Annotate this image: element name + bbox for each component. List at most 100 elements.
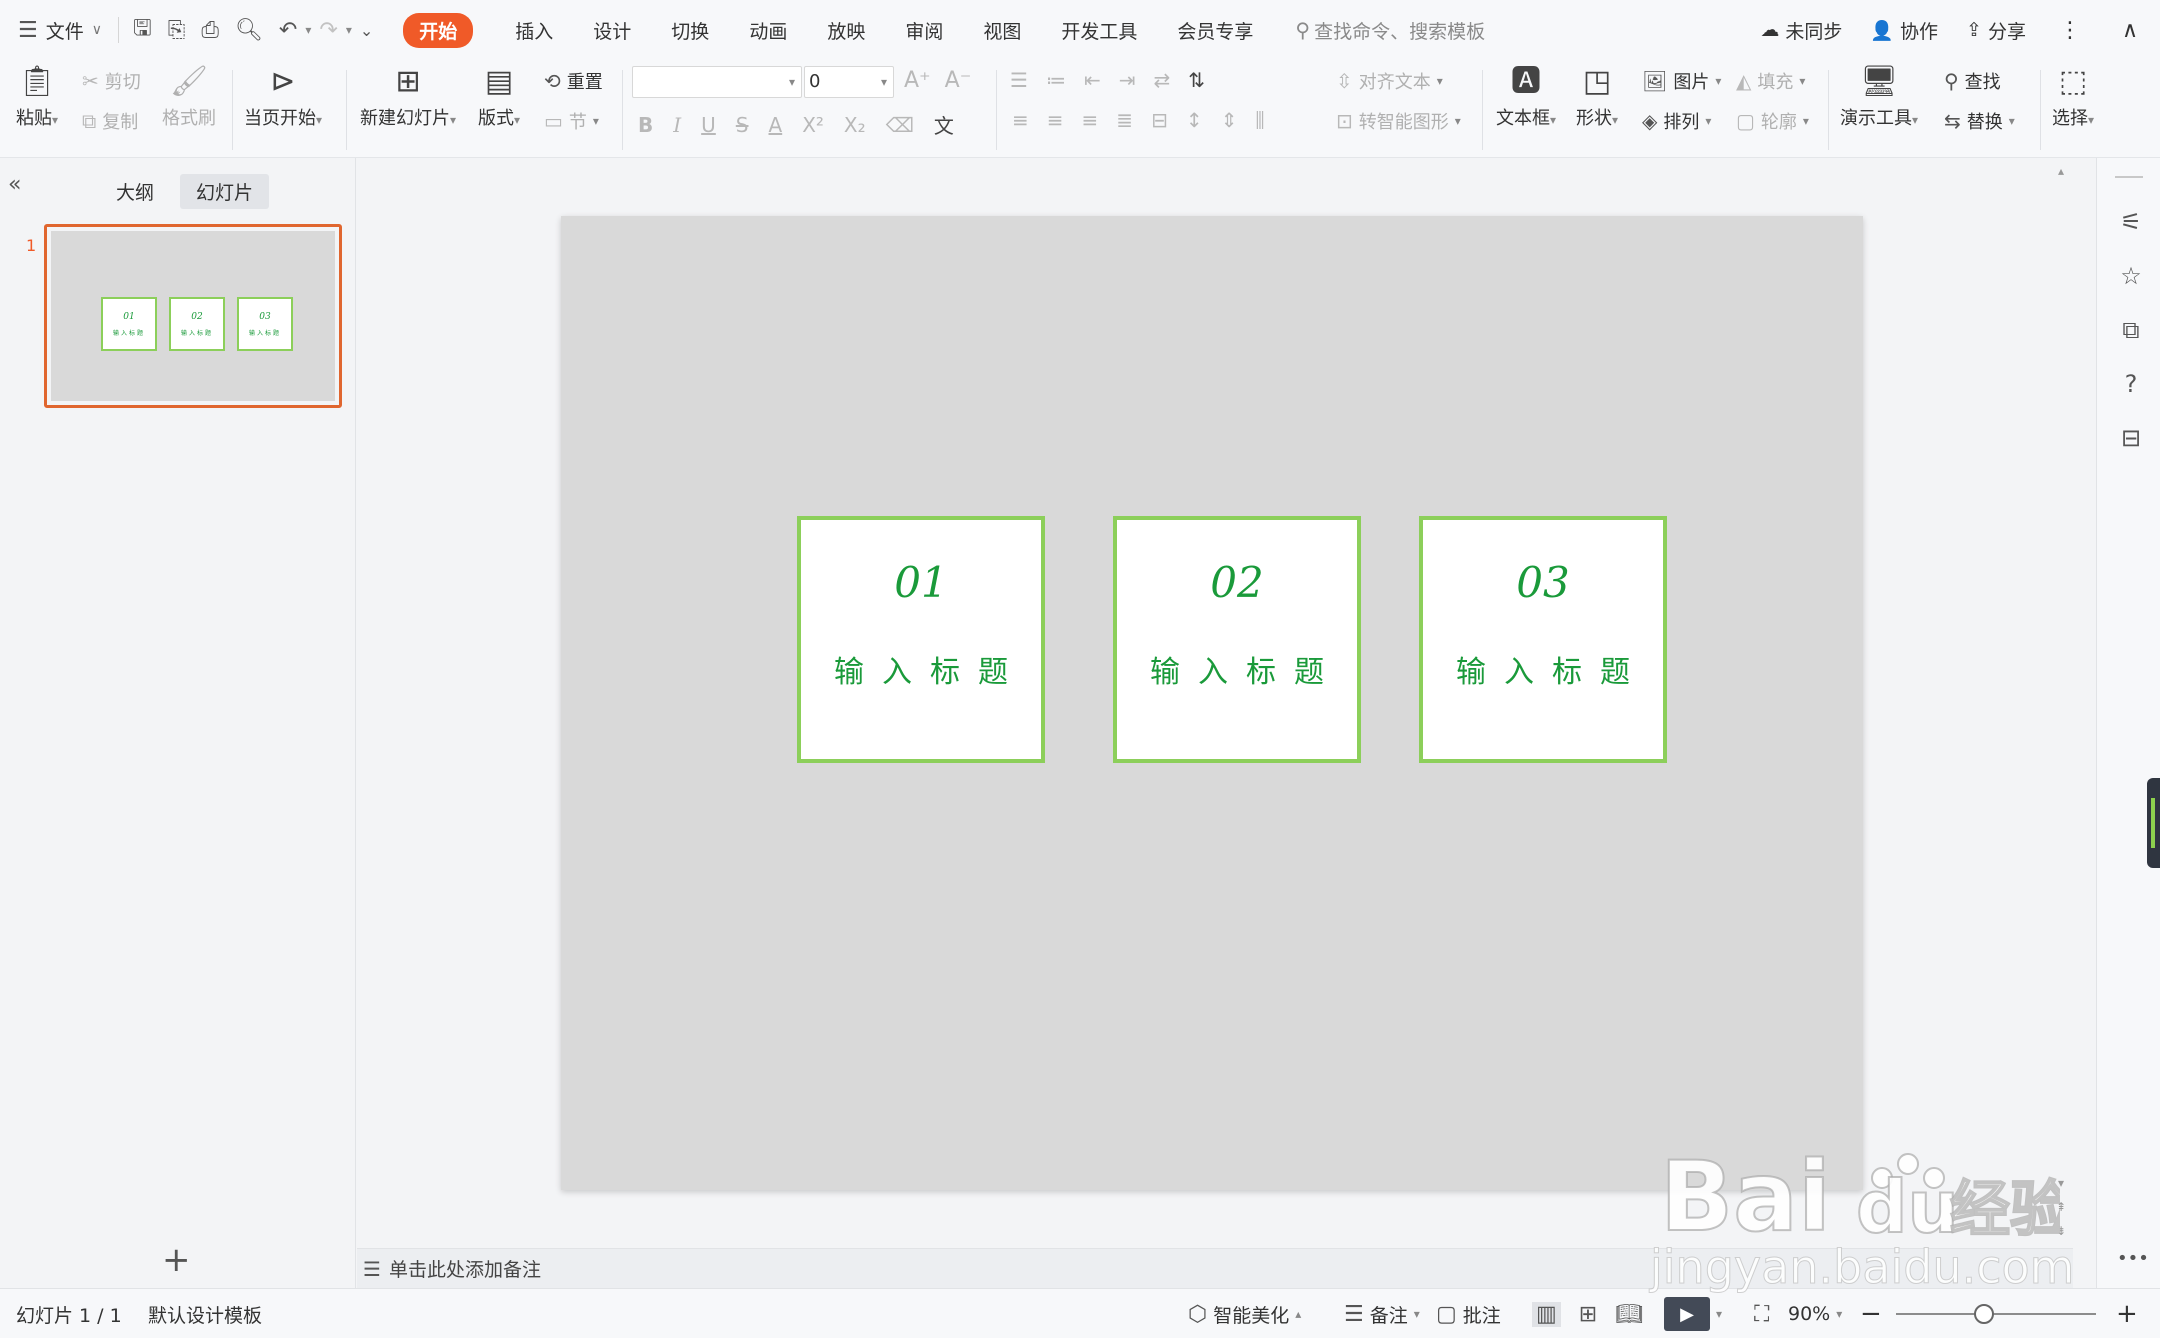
zoom-out-icon[interactable]: − [1860,1289,1882,1338]
align-left-icon[interactable]: ≡ [1012,108,1029,132]
title-card[interactable]: 01 输入标题 [797,516,1045,763]
tab-developer[interactable]: 开发工具 [1041,0,1157,60]
select-button[interactable]: ⬚ 选择▾ [2052,62,2094,130]
align-text-button[interactable]: ⇳ 对齐文本 ▾ [1336,68,1443,94]
card-number[interactable]: 03 [1516,558,1569,607]
properties-icon[interactable]: ⚟ [2117,208,2145,236]
reading-view-icon[interactable]: 📖︎ [1615,1302,1643,1327]
zoom-in-icon[interactable]: + [2116,1289,2138,1338]
tab-member[interactable]: 会员专享 [1157,0,1273,60]
bullet-list-icon[interactable]: ☰ [1010,68,1028,92]
more-options-icon[interactable]: ⋮ [2040,18,2100,43]
sync-status-button[interactable]: ☁ 未同步 [1746,17,1856,44]
comments-button[interactable]: ▢ 批注 [1436,1289,1501,1338]
undo-icon[interactable]: ↶ [271,18,305,43]
add-slide-icon[interactable]: + [162,1240,191,1280]
collapse-panel-icon[interactable]: « [8,172,21,197]
backup-icon[interactable]: ⊟ [2117,424,2145,452]
tab-outline[interactable]: 大纲 [100,174,170,209]
zoom-slider-thumb[interactable] [1974,1304,1994,1324]
fit-window-button[interactable]: ⛶ [1754,1289,1769,1338]
strikethrough-icon[interactable]: S [736,113,749,137]
card-number[interactable]: 01 [894,558,947,607]
print-icon[interactable]: ⎙ [193,18,227,43]
vertical-scrollbar[interactable]: ▴ ▾ ⇞ ⇟ [2049,158,2073,1248]
collapse-ribbon-icon[interactable]: ∧ [2100,18,2160,43]
command-search[interactable]: ⚲ 查找命令、搜索模板 [1295,17,1485,44]
export-icon[interactable]: ⎘ [160,18,194,43]
fill-button[interactable]: ◭ 填充 ▾ [1736,68,1805,94]
cut-button[interactable]: ✂ 剪切 [82,68,141,94]
layout-button[interactable]: ▤ 版式▾ [478,62,520,130]
picture-button[interactable]: 🖼︎ 图片 ▾ [1642,68,1721,94]
smart-beautify-button[interactable]: ⬡ 智能美化 ▴ [1188,1289,1301,1338]
tab-slideshow[interactable]: 放映 [807,0,885,60]
phonetic-guide-icon[interactable]: 文 [934,110,954,139]
replace-button[interactable]: ⇆ 替换 ▾ [1944,108,2015,134]
superscript-icon[interactable]: X² [802,113,824,137]
distributed-icon[interactable]: ⊟ [1151,108,1168,132]
font-size-select[interactable]: 0 ▾ [804,66,894,98]
slideshow-dropdown-icon[interactable]: ▾ [1716,1307,1722,1321]
redo-icon[interactable]: ↷ [311,18,345,43]
scroll-down-icon[interactable]: ▾ [2058,1176,2064,1190]
tab-transition[interactable]: 切换 [651,0,729,60]
slide-transition-icon[interactable]: ⧉ [2117,316,2145,344]
slide-canvas[interactable]: 01 输入标题 02 输入标题 03 输入标题 [561,216,1863,1190]
paragraph-spacing-icon[interactable]: ⇕ [1221,108,1238,132]
presentation-tools-button[interactable]: 🖥︎ 演示工具▾ [1840,62,1918,130]
paste-button[interactable]: 📋︎ 粘贴▾ [16,62,58,130]
font-family-select[interactable]: ▾ [632,66,802,98]
find-button[interactable]: ⚲ 查找 [1944,68,2001,94]
increase-indent-icon[interactable]: ⇥ [1119,68,1136,92]
section-button[interactable]: ▭ 节 ▾ [544,108,599,134]
title-card[interactable]: 02 输入标题 [1113,516,1361,763]
slideshow-button[interactable]: ▶ ▾ [1664,1289,1722,1338]
underline-icon[interactable]: U [701,113,716,137]
font-color-icon[interactable]: A [769,113,783,137]
tab-view[interactable]: 视图 [963,0,1041,60]
italic-icon[interactable]: I [673,113,681,137]
line-spacing-icon[interactable]: ↕ [1186,108,1203,132]
numbered-list-icon[interactable]: ≔ [1046,68,1066,92]
more-options-icon[interactable]: ••• [2117,1248,2149,1269]
text-direction-icon[interactable]: ⇄ [1153,68,1170,92]
increase-font-icon[interactable]: A⁺ [904,68,931,93]
arrange-button[interactable]: ◈ 排列 ▾ [1642,108,1711,134]
align-center-icon[interactable]: ≡ [1047,108,1064,132]
card-title[interactable]: 输入标题 [1456,647,1648,691]
tab-slides[interactable]: 幻灯片 [180,174,270,209]
bold-icon[interactable]: B [638,113,653,137]
slide-sorter-icon[interactable]: ⊞ [1579,1302,1597,1327]
clear-format-icon[interactable]: ⌫ [886,113,914,137]
decrease-indent-icon[interactable]: ⇤ [1084,68,1101,92]
notes-toggle-button[interactable]: ☰ 备注 ▾ [1344,1289,1420,1338]
template-name[interactable]: 默认设计模板 [148,1289,262,1338]
save-icon[interactable]: 🖫 [125,11,160,49]
card-number[interactable]: 02 [1210,558,1263,607]
play-from-current-button[interactable]: ⊳ 当页开始▾ [244,62,322,130]
zoom-slider-track[interactable] [1896,1313,2096,1315]
file-menu[interactable]: ☰ 文件 ∨ [0,0,112,60]
title-card[interactable]: 03 输入标题 [1419,516,1667,763]
animation-star-icon[interactable]: ☆ [2117,262,2145,290]
card-title[interactable]: 输入标题 [834,647,1026,691]
sort-icon[interactable]: ⇅ [1188,68,1205,92]
tab-review[interactable]: 审阅 [885,0,963,60]
share-button[interactable]: ⇪ 分享 [1952,17,2040,44]
help-icon[interactable]: ? [2117,370,2145,398]
shape-button[interactable]: ◳ 形状▾ [1576,62,1618,130]
tab-design[interactable]: 设计 [573,0,651,60]
slide-thumbnail[interactable]: 01 输入标题 02 输入标题 03 输入标题 [44,224,342,408]
subscript-icon[interactable]: X₂ [844,113,866,137]
outline-button[interactable]: ▢ 轮廓 ▾ [1736,108,1809,134]
tab-animation[interactable]: 动画 [729,0,807,60]
columns-icon[interactable]: ⫼ [1255,108,1264,132]
copy-button[interactable]: ⧉ 复制 [82,108,138,134]
collaborate-button[interactable]: 👤 协作 [1856,17,1952,44]
zoom-select[interactable]: 90% ▾ [1788,1289,1842,1338]
tab-insert[interactable]: 插入 [495,0,573,60]
side-dock-tab[interactable] [2147,778,2160,868]
customize-toolbar-icon[interactable]: ⌄ [352,21,381,40]
scroll-up-icon[interactable]: ▴ [2058,164,2064,178]
